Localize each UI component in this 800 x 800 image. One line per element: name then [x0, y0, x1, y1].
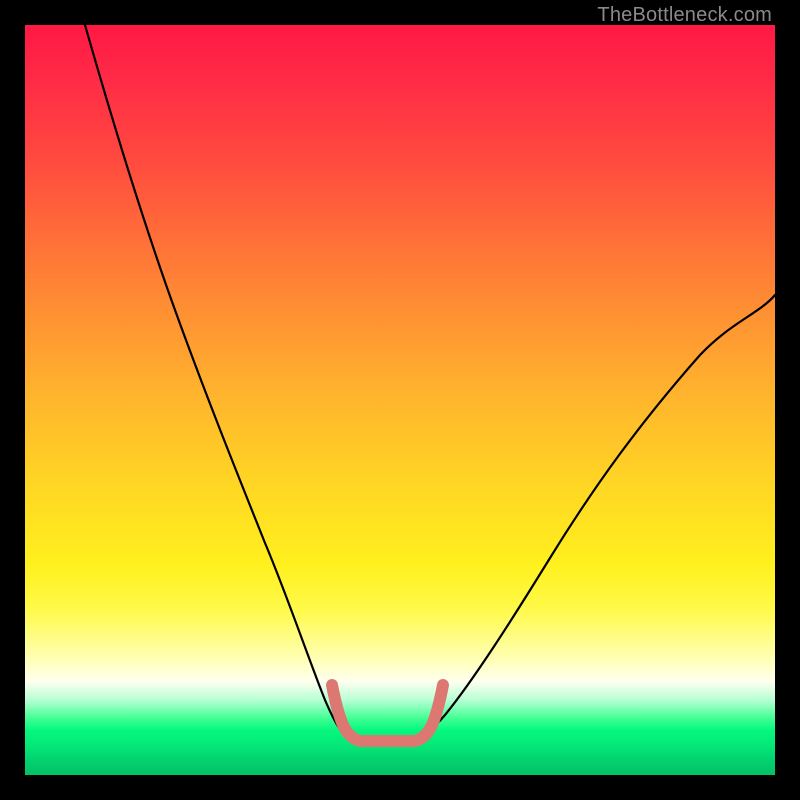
watermark-text: TheBottleneck.com	[597, 4, 772, 27]
plot-area	[25, 25, 775, 775]
curve-layer	[25, 25, 775, 775]
bottleneck-curve	[85, 25, 775, 737]
chart-frame: TheBottleneck.com	[0, 0, 800, 800]
optimal-flat-marker	[332, 685, 443, 741]
